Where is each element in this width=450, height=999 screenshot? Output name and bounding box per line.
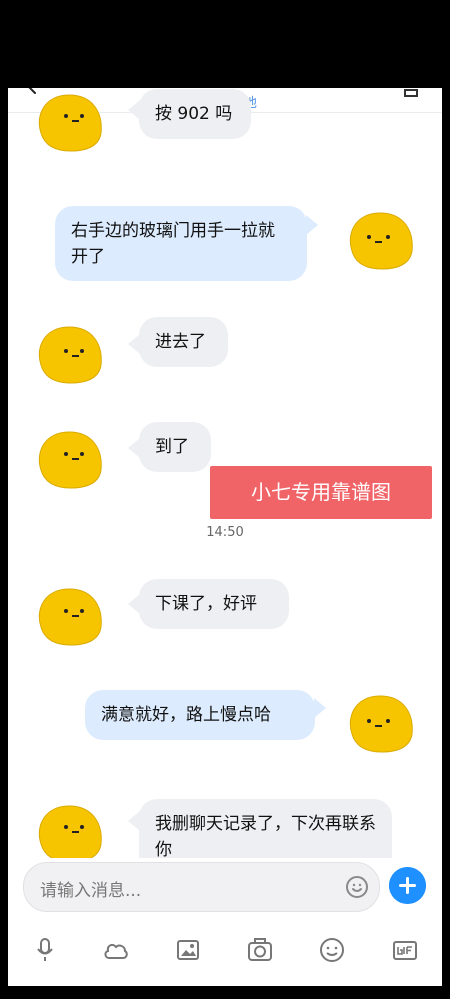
incoming-message-bubble[interactable]: 按 902 吗 [139,89,251,139]
incoming-message-bubble[interactable]: 下课了，好评 [139,579,289,629]
yellow-blob-avatar-icon[interactable] [35,583,105,649]
message-input-placeholder: 请输入消息... [40,881,142,901]
chat-screen: 查看IP属地 按 902 吗 右手边的玻璃门用手一拉就开了 [8,88,442,986]
profile-icon[interactable] [402,88,420,98]
camera-icon[interactable] [246,936,274,964]
yellow-blob-avatar-icon[interactable] [346,207,416,273]
gif-icon[interactable] [391,936,419,964]
outgoing-message-bubble[interactable]: 满意就好，路上慢点哈 [85,690,315,740]
microphone-icon[interactable] [31,936,59,964]
yellow-blob-avatar-icon[interactable] [35,426,105,492]
image-icon[interactable] [174,936,202,964]
incoming-message-bubble[interactable]: 进去了 [139,317,228,367]
incoming-message-bubble[interactable]: 到了 [139,422,211,472]
yellow-blob-avatar-icon[interactable] [35,800,105,866]
message-input-area: 请输入消息... [8,858,442,918]
cloud-icon[interactable] [102,936,130,964]
add-button-icon[interactable] [389,867,426,904]
message-input[interactable]: 请输入消息... [23,862,380,912]
message-timestamp: 14:50 [206,525,244,540]
yellow-blob-avatar-icon[interactable] [35,89,105,155]
message-list: 按 902 吗 右手边的玻璃门用手一拉就开了 进去了 到了 14:50 下课了，… [8,89,442,874]
bottom-toolbar [8,918,442,986]
yellow-blob-avatar-icon[interactable] [35,321,105,387]
yellow-blob-avatar-icon[interactable] [346,690,416,756]
outgoing-message-bubble[interactable]: 右手边的玻璃门用手一拉就开了 [55,206,307,281]
watermark-banner: 小七专用靠谱图 [210,466,432,519]
emoji-button-icon[interactable] [345,875,369,899]
emoji-icon[interactable] [318,936,346,964]
